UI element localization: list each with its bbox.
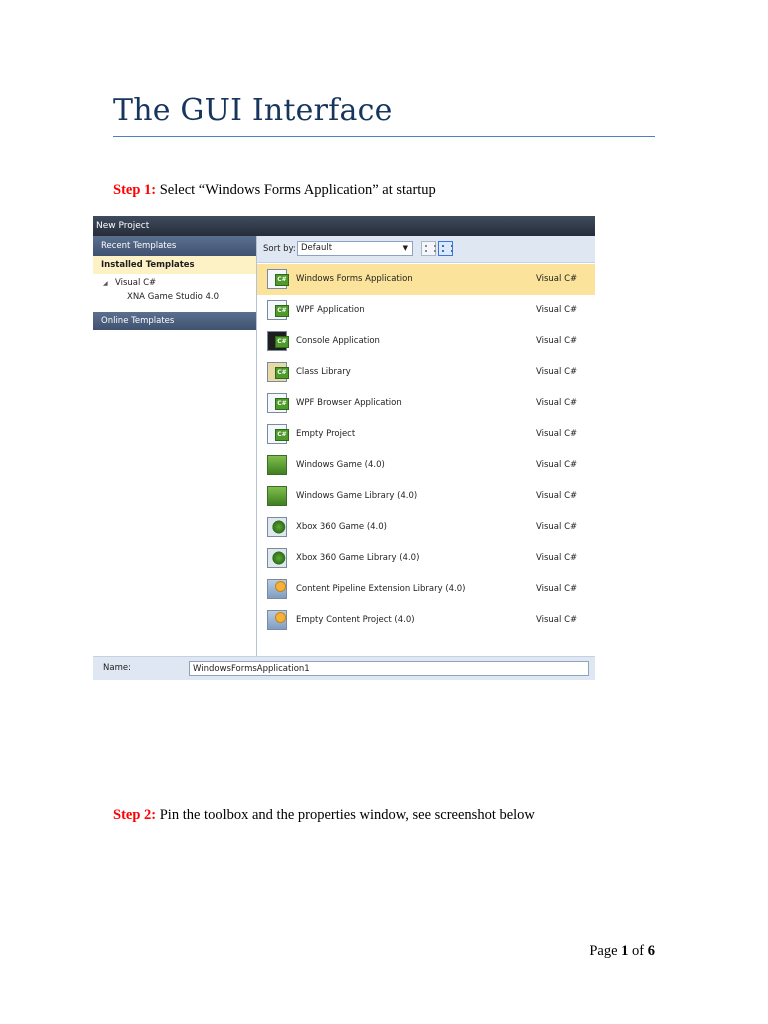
step-2-label: Step 2:	[113, 807, 157, 823]
template-language: Visual C#	[536, 615, 578, 625]
template-language: Visual C#	[536, 553, 578, 563]
detail-view-icon	[442, 245, 453, 252]
template-name: Class Library	[296, 367, 351, 377]
list-view-icon	[425, 245, 436, 252]
template-row[interactable]: C# Windows Forms Application Visual C#	[257, 264, 595, 295]
template-name: Empty Content Project (4.0)	[296, 615, 415, 625]
sort-by-label: Sort by:	[263, 244, 296, 254]
detail-view-button[interactable]	[438, 241, 453, 256]
page-total: 6	[647, 943, 655, 959]
empty-project-icon: C#	[267, 424, 289, 444]
template-language: Visual C#	[536, 398, 578, 408]
template-row[interactable]: Xbox 360 Game (4.0) Visual C#	[257, 512, 595, 543]
template-language: Visual C#	[536, 336, 578, 346]
console-icon: C#	[267, 331, 289, 351]
template-name: Empty Project	[296, 429, 356, 439]
winforms-icon: C#	[267, 269, 289, 289]
template-row[interactable]: Xbox 360 Game Library (4.0) Visual C#	[257, 543, 595, 574]
expand-triangle-icon[interactable]: ◢	[103, 280, 108, 287]
project-name-bar: Name:	[93, 656, 595, 680]
template-language: Visual C#	[536, 274, 578, 284]
online-templates-item[interactable]: Online Templates	[93, 312, 256, 330]
template-row[interactable]: Windows Game (4.0) Visual C#	[257, 450, 595, 481]
page-title: The GUI Interface	[113, 93, 393, 128]
windows-game-icon	[267, 455, 287, 475]
template-list: C# Windows Forms Application Visual C# C…	[257, 264, 595, 636]
template-categories-pane: Recent Templates Installed Templates ◢ V…	[93, 236, 257, 672]
installed-templates-item[interactable]: Installed Templates	[93, 256, 256, 274]
template-name: Content Pipeline Extension Library (4.0)	[296, 584, 466, 594]
content-pipeline-icon	[267, 579, 287, 599]
xbox-game-library-icon	[267, 548, 287, 568]
tree-item-xna-game-studio[interactable]: XNA Game Studio 4.0	[127, 292, 219, 302]
template-tree: ◢ Visual C# XNA Game Studio 4.0	[93, 274, 256, 312]
sort-by-select[interactable]: Default ▼	[297, 241, 413, 256]
step-1-label: Step 1:	[113, 182, 157, 198]
template-language: Visual C#	[536, 460, 578, 470]
template-row[interactable]: C# Empty Project Visual C#	[257, 419, 595, 450]
template-language: Visual C#	[536, 522, 578, 532]
template-row[interactable]: C# Console Application Visual C#	[257, 326, 595, 357]
sort-toolbar: Sort by: Default ▼	[257, 236, 595, 263]
recent-templates-item[interactable]: Recent Templates	[93, 236, 256, 256]
template-language: Visual C#	[536, 429, 578, 439]
xbox-game-icon	[267, 517, 287, 537]
template-row[interactable]: Content Pipeline Extension Library (4.0)…	[257, 574, 595, 605]
of-word: of	[632, 943, 645, 959]
page-word: Page	[589, 943, 618, 959]
template-row[interactable]: C# WPF Application Visual C#	[257, 295, 595, 326]
page-current: 1	[621, 943, 629, 959]
class-library-icon: C#	[267, 362, 289, 382]
template-language: Visual C#	[536, 491, 578, 501]
empty-content-icon	[267, 610, 287, 630]
wpf-browser-icon: C#	[267, 393, 289, 413]
template-row[interactable]: Empty Content Project (4.0) Visual C#	[257, 605, 595, 636]
sort-by-value: Default	[301, 243, 333, 253]
step-2-text: Pin the toolbox and the properties windo…	[159, 807, 535, 823]
title-divider	[113, 136, 655, 137]
step-1-paragraph: Step 1: Select “Windows Forms Applicatio…	[113, 182, 436, 199]
template-name: WPF Application	[296, 305, 365, 315]
list-view-button[interactable]	[421, 241, 436, 256]
template-name: WPF Browser Application	[296, 398, 402, 408]
tree-item-visual-csharp[interactable]: Visual C#	[115, 278, 156, 288]
templates-pane: Sort by: Default ▼ C# Windows Forms Appl…	[257, 236, 595, 672]
project-name-input[interactable]	[189, 661, 589, 676]
template-language: Visual C#	[536, 367, 578, 377]
template-name: Xbox 360 Game (4.0)	[296, 522, 387, 532]
template-name: Windows Forms Application	[296, 274, 413, 284]
template-row[interactable]: C# WPF Browser Application Visual C#	[257, 388, 595, 419]
template-language: Visual C#	[536, 584, 578, 594]
template-name: Xbox 360 Game Library (4.0)	[296, 553, 420, 563]
chevron-down-icon: ▼	[402, 244, 408, 252]
wpf-icon: C#	[267, 300, 289, 320]
template-name: Windows Game (4.0)	[296, 460, 385, 470]
step-2-paragraph: Step 2: Pin the toolbox and the properti…	[113, 807, 535, 824]
template-name: Windows Game Library (4.0)	[296, 491, 418, 501]
windows-game-library-icon	[267, 486, 287, 506]
template-language: Visual C#	[536, 305, 578, 315]
template-name: Console Application	[296, 336, 380, 346]
step-1-text: Select “Windows Forms Application” at st…	[159, 182, 436, 198]
template-row[interactable]: Windows Game Library (4.0) Visual C#	[257, 481, 595, 512]
new-project-dialog-screenshot: New Project Recent Templates Installed T…	[93, 216, 595, 680]
name-label: Name:	[103, 663, 131, 673]
template-row[interactable]: C# Class Library Visual C#	[257, 357, 595, 388]
dialog-title: New Project	[93, 216, 595, 236]
page-footer: Page 1 of 6	[540, 943, 655, 960]
